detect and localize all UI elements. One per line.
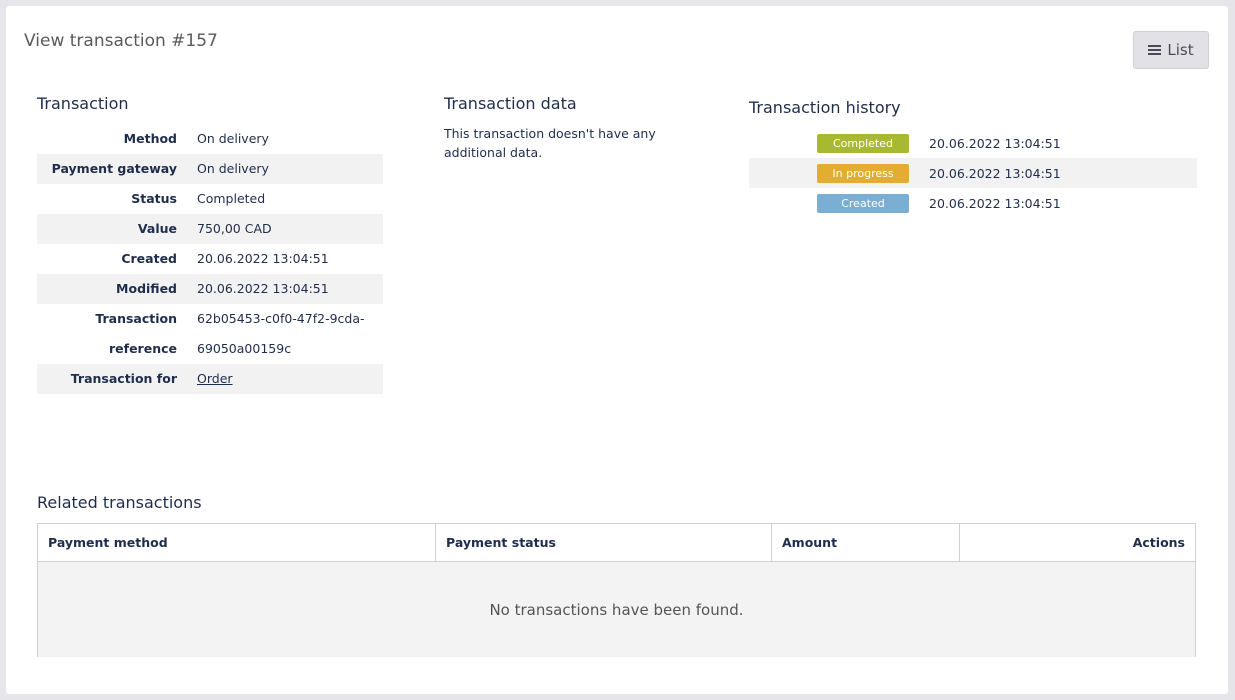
detail-value: On delivery [197, 131, 269, 146]
transaction-data-heading: Transaction data [444, 94, 577, 113]
detail-row-created: Created 20.06.2022 13:04:51 [37, 244, 383, 274]
history-date: 20.06.2022 13:04:51 [929, 165, 1061, 181]
transaction-history-table: Completed 20.06.2022 13:04:51 In progres… [749, 128, 1197, 218]
detail-label: Method [123, 131, 177, 146]
related-transactions-table: Payment method Payment status Amount Act… [37, 523, 1196, 657]
transaction-details-table: Method On delivery Payment gateway On de… [37, 124, 383, 394]
history-row: Completed 20.06.2022 13:04:51 [749, 128, 1197, 158]
detail-label: Status [131, 191, 177, 206]
detail-label: Value [137, 221, 177, 236]
detail-value: 20.06.2022 13:04:51 [197, 251, 329, 266]
detail-label: Transaction reference [95, 311, 177, 356]
detail-row-modified: Modified 20.06.2022 13:04:51 [37, 274, 383, 304]
detail-row-value: Value 750,00 CAD [37, 214, 383, 244]
column-header-payment-method[interactable]: Payment method [38, 524, 436, 561]
list-button-label: List [1167, 41, 1194, 59]
detail-label: Created [121, 251, 177, 266]
detail-value: On delivery [197, 161, 269, 176]
detail-row-transaction-reference: Transaction reference 62b05453-c0f0-47f2… [37, 304, 383, 364]
reference-line-1: 62b05453-c0f0-47f2-9cda- [197, 311, 365, 326]
history-date: 20.06.2022 13:04:51 [929, 135, 1061, 151]
column-header-actions: Actions [1132, 535, 1185, 550]
status-badge: Completed [817, 133, 909, 153]
transaction-history-heading: Transaction history [749, 98, 901, 117]
empty-message: No transactions have been found. [38, 562, 1195, 657]
detail-label: Modified [116, 281, 177, 296]
status-badge: In progress [817, 163, 909, 183]
detail-value: 20.06.2022 13:04:51 [197, 281, 329, 296]
transaction-data-text: This transaction doesn't have any additi… [444, 126, 656, 160]
page-title: View transaction #157 [24, 31, 218, 51]
detail-row-transaction-for: Transaction for Order [37, 364, 383, 394]
detail-value: Completed [197, 191, 266, 206]
transaction-card: View transaction #157 List Transaction M… [6, 6, 1228, 694]
transaction-heading: Transaction [37, 94, 129, 113]
history-date: 20.06.2022 13:04:51 [929, 195, 1061, 211]
status-badge: Created [817, 193, 909, 213]
detail-row-payment-gateway: Payment gateway On delivery [37, 154, 383, 184]
detail-label: Payment gateway [51, 161, 177, 176]
table-header: Payment method Payment status Amount Act… [38, 524, 1195, 562]
list-icon [1148, 45, 1162, 55]
detail-label: Transaction for [70, 371, 177, 386]
related-transactions-heading: Related transactions [37, 493, 202, 512]
reference-line-2: 69050a00159c [197, 341, 292, 356]
list-button[interactable]: List [1133, 31, 1209, 69]
detail-value: 62b05453-c0f0-47f2-9cda- 69050a00159c [197, 304, 383, 364]
detail-value: 750,00 CAD [197, 221, 272, 236]
column-header-amount[interactable]: Amount [772, 524, 960, 561]
column-header-payment-status[interactable]: Payment status [436, 524, 772, 561]
detail-row-status: Status Completed [37, 184, 383, 214]
detail-row-method: Method On delivery [37, 124, 383, 154]
history-row: Created 20.06.2022 13:04:51 [749, 188, 1197, 218]
order-link[interactable]: Order [197, 371, 233, 386]
history-row: In progress 20.06.2022 13:04:51 [749, 158, 1197, 188]
detail-value: Order [197, 364, 383, 394]
